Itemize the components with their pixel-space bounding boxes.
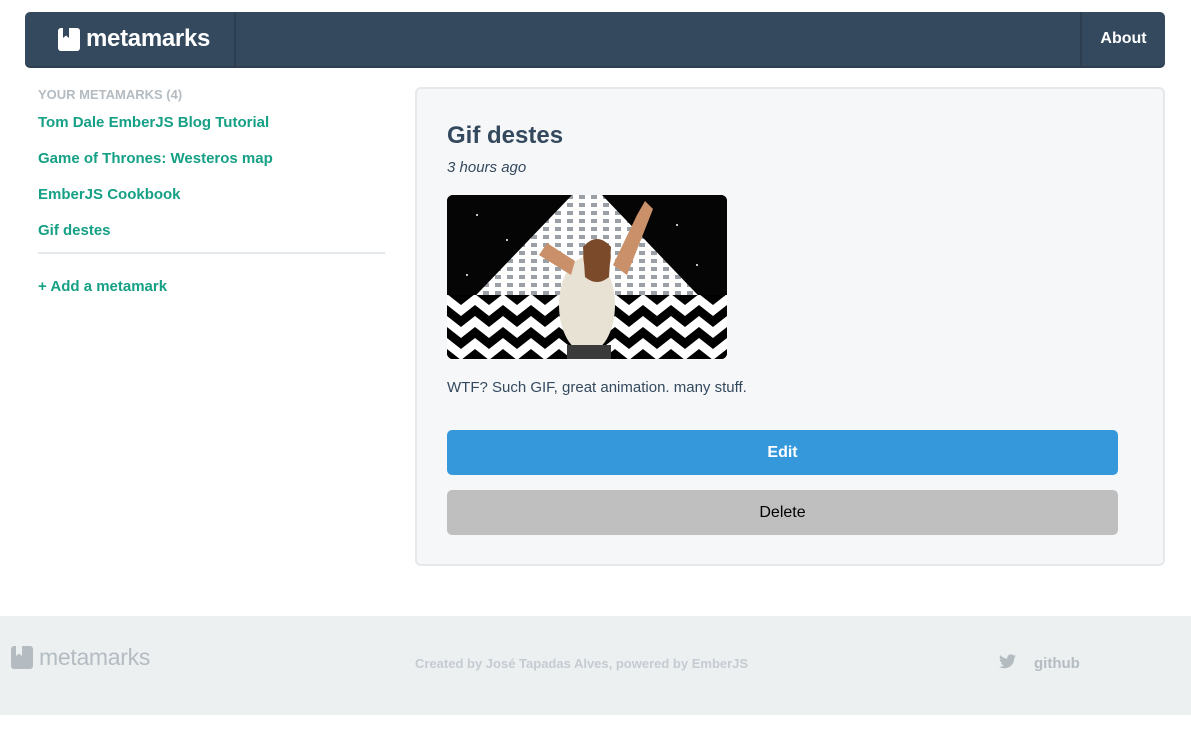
- footer-brand: metamarks: [11, 644, 150, 671]
- sidebar-heading: YOUR METAMARKS (4): [38, 87, 183, 102]
- footer: metamarks Created by José Tapadas Alves,…: [0, 616, 1191, 715]
- sidebar-item-tom-dale-tutorial[interactable]: Tom Dale EmberJS Blog Tutorial: [38, 114, 385, 150]
- brand-link[interactable]: metamarks: [25, 12, 236, 66]
- github-link[interactable]: github: [1034, 655, 1080, 672]
- sidebar: YOUR METAMARKS (4) Tom Dale EmberJS Blog…: [38, 87, 385, 295]
- metamark-list: Tom Dale EmberJS Blog Tutorial Game of T…: [38, 114, 385, 258]
- footer-credits: Created by José Tapadas Alves, powered b…: [415, 656, 749, 671]
- add-metamark-link[interactable]: + Add a metamark: [38, 278, 385, 295]
- metamark-timestamp: 3 hours ago: [447, 159, 527, 176]
- metamark-gif-image: [447, 195, 727, 359]
- delete-button[interactable]: Delete: [447, 490, 1118, 535]
- top-navbar: metamarks About: [25, 12, 1165, 66]
- sidebar-divider: [38, 252, 385, 254]
- about-link[interactable]: About: [1080, 12, 1165, 66]
- metamark-title: Gif destes: [447, 122, 564, 149]
- footer-brand-name: metamarks: [39, 644, 151, 670]
- bookmark-icon: [11, 646, 33, 669]
- sidebar-item-emberjs-cookbook[interactable]: EmberJS Cookbook: [38, 186, 385, 222]
- brand-name: metamarks: [86, 25, 211, 52]
- metamark-description: WTF? Such GIF, great animation. many stu…: [447, 379, 747, 396]
- metamark-detail-card: Gif destes 3 hours ago WTF? Such GIF, gr…: [415, 87, 1165, 566]
- edit-button[interactable]: Edit: [447, 430, 1118, 475]
- bookmark-icon: [58, 27, 80, 51]
- sidebar-item-westeros-map[interactable]: Game of Thrones: Westeros map: [38, 150, 385, 186]
- twitter-icon[interactable]: [999, 654, 1016, 669]
